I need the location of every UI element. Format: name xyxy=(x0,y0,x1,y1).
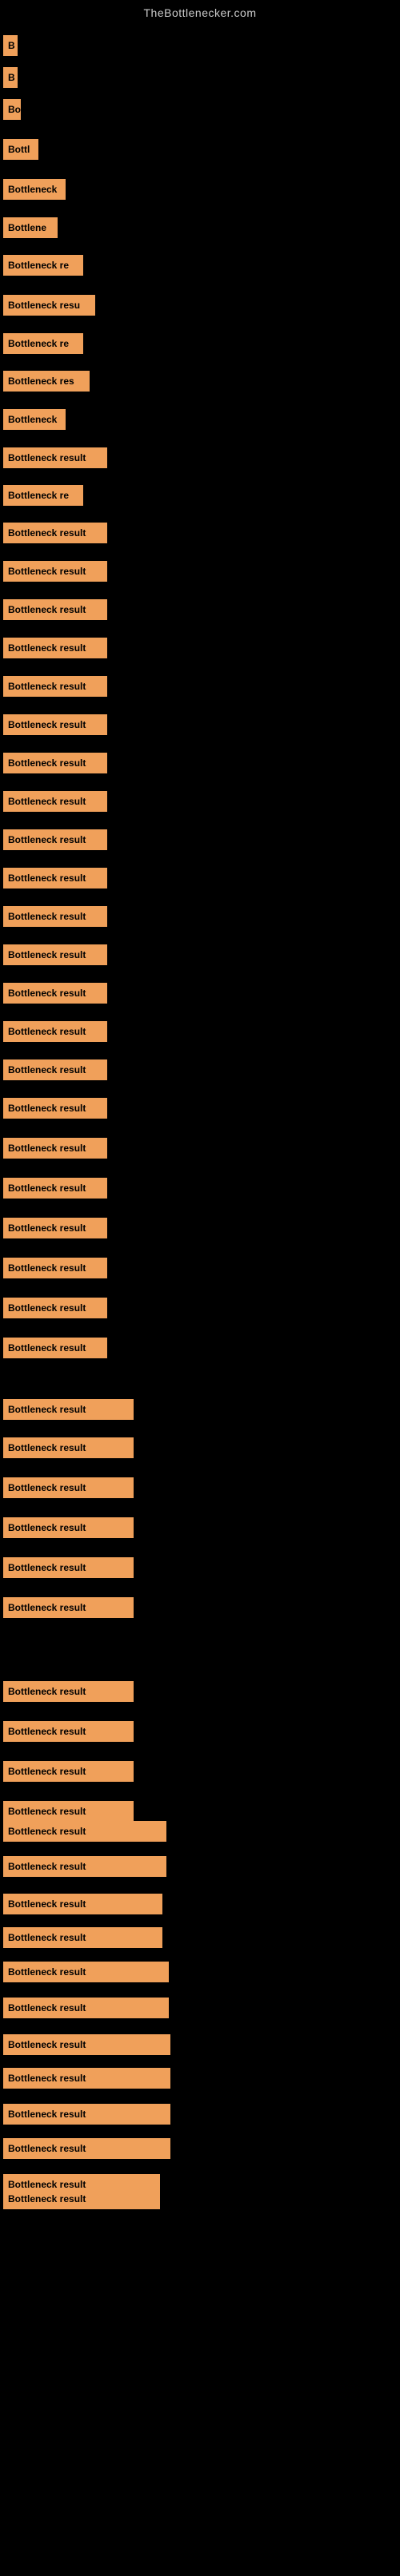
result-item[interactable]: Bottleneck re xyxy=(3,485,83,506)
result-item[interactable]: B xyxy=(3,67,18,88)
result-item[interactable]: Bottleneck result xyxy=(3,2104,170,2125)
result-item[interactable]: Bottleneck result xyxy=(3,1998,169,2018)
result-item[interactable]: Bottleneck result xyxy=(3,638,107,658)
result-item[interactable]: Bottleneck result xyxy=(3,1927,162,1948)
result-item[interactable]: Bottleneck result xyxy=(3,1856,166,1877)
result-item[interactable]: Bottleneck result xyxy=(3,1138,107,1159)
result-item[interactable]: B xyxy=(3,35,18,56)
result-item[interactable]: Bottleneck re xyxy=(3,333,83,354)
result-item[interactable]: Bottleneck result xyxy=(3,944,107,965)
result-item[interactable]: Bottleneck re xyxy=(3,255,83,276)
result-item[interactable]: Bottleneck result xyxy=(3,1801,134,1822)
result-item[interactable]: Bottl xyxy=(3,139,38,160)
result-item[interactable]: Bottleneck result xyxy=(3,676,107,697)
result-item[interactable]: Bo xyxy=(3,99,21,120)
result-item[interactable]: Bottleneck resu xyxy=(3,295,95,316)
result-item[interactable]: Bottlene xyxy=(3,217,58,238)
result-item[interactable]: Bottleneck result xyxy=(3,561,107,582)
result-item[interactable]: Bottleneck result xyxy=(3,1218,107,1238)
result-item[interactable]: Bottleneck result xyxy=(3,868,107,888)
result-item[interactable]: Bottleneck result xyxy=(3,1338,107,1358)
result-item[interactable]: Bottleneck result xyxy=(3,1894,162,1914)
result-item[interactable]: Bottleneck result xyxy=(3,983,107,1004)
result-item[interactable]: Bottleneck result xyxy=(3,714,107,735)
result-item[interactable]: Bottleneck result xyxy=(3,2068,170,2089)
result-item[interactable]: Bottleneck result xyxy=(3,829,107,850)
result-item[interactable]: Bottleneck result xyxy=(3,1098,107,1119)
result-item[interactable]: Bottleneck result xyxy=(3,1557,134,1578)
result-item[interactable]: Bottleneck result xyxy=(3,2188,160,2209)
result-item[interactable]: Bottleneck result xyxy=(3,906,107,927)
result-item[interactable]: Bottleneck result xyxy=(3,1399,134,1420)
result-item[interactable]: Bottleneck result xyxy=(3,1021,107,1042)
result-item[interactable]: Bottleneck result xyxy=(3,2034,170,2055)
result-item[interactable]: Bottleneck result xyxy=(3,599,107,620)
result-item[interactable]: Bottleneck result xyxy=(3,1761,134,1782)
result-item[interactable]: Bottleneck result xyxy=(3,753,107,773)
result-item[interactable]: Bottleneck result xyxy=(3,1477,134,1498)
result-item[interactable]: Bottleneck result xyxy=(3,1681,134,1702)
result-item[interactable]: Bottleneck result xyxy=(3,2138,170,2159)
result-item[interactable]: Bottleneck xyxy=(3,179,66,200)
site-title: TheBottlenecker.com xyxy=(0,0,400,19)
result-item[interactable]: Bottleneck xyxy=(3,409,66,430)
result-item[interactable]: Bottleneck result xyxy=(3,447,107,468)
result-item[interactable]: Bottleneck result xyxy=(3,1437,134,1458)
result-item[interactable]: Bottleneck result xyxy=(3,1258,107,1278)
result-item[interactable]: Bottleneck result xyxy=(3,1178,107,1199)
result-item[interactable]: Bottleneck result xyxy=(3,1821,166,1842)
result-item[interactable]: Bottleneck result xyxy=(3,1298,107,1318)
result-item[interactable]: Bottleneck result xyxy=(3,791,107,812)
result-item[interactable]: Bottleneck result xyxy=(3,523,107,543)
result-item[interactable]: Bottleneck result xyxy=(3,1517,134,1538)
result-item[interactable]: Bottleneck result xyxy=(3,1597,134,1618)
result-item[interactable]: Bottleneck result xyxy=(3,1962,169,1982)
result-item[interactable]: Bottleneck res xyxy=(3,371,90,392)
result-item[interactable]: Bottleneck result xyxy=(3,1721,134,1742)
result-item[interactable]: Bottleneck result xyxy=(3,1059,107,1080)
